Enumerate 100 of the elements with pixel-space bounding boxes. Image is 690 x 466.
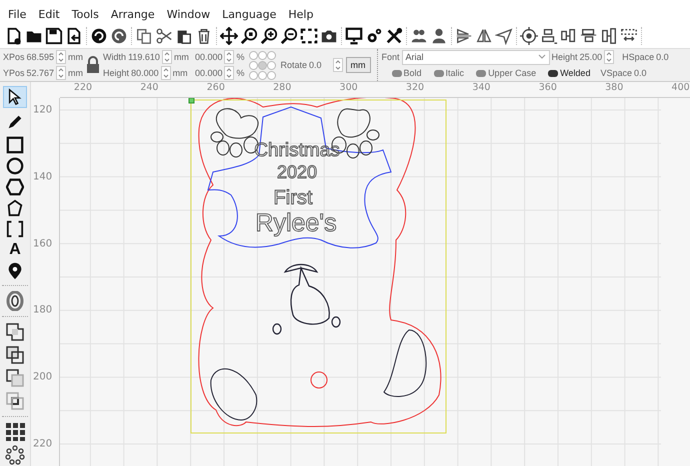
align-center-icon[interactable] <box>600 26 618 44</box>
toggle-switch[interactable] <box>548 70 558 76</box>
unit-label: mm <box>172 68 188 78</box>
align-top-icon[interactable] <box>540 26 558 44</box>
spin-button[interactable] <box>160 66 171 80</box>
rotate-field[interactable]: 0.0 <box>309 60 322 70</box>
toggle-label: Bold <box>404 68 422 78</box>
ruler-label: 200 <box>33 372 52 383</box>
width-field[interactable]: 119.610 <box>128 52 160 62</box>
toggle-switch[interactable] <box>476 70 486 76</box>
ypos-label: YPos <box>3 68 25 78</box>
percent-label: % <box>236 68 244 78</box>
height-label: Height <box>103 68 130 78</box>
vspace-field[interactable]: 0.0 <box>634 68 646 78</box>
mirror-vertical-icon[interactable] <box>475 26 493 44</box>
ruler-label: 220 <box>74 82 92 93</box>
font-dropdown[interactable]: Arial <box>402 50 550 64</box>
align-middle-icon[interactable] <box>560 26 578 44</box>
selection-handle[interactable] <box>188 98 194 104</box>
align-bottom-icon[interactable] <box>580 26 598 44</box>
move-arrows-icon[interactable] <box>220 26 238 44</box>
zoom-out-icon[interactable] <box>280 26 298 44</box>
menu-item[interactable]: Help <box>282 8 320 20</box>
zoom-in-icon[interactable] <box>260 26 278 44</box>
intersect-squares-icon[interactable] <box>5 368 25 388</box>
hspace-label: HSpace <box>622 52 654 62</box>
scissors-icon[interactable] <box>155 26 173 44</box>
copy-icon[interactable] <box>135 26 153 44</box>
paper-plane-icon[interactable] <box>495 26 513 44</box>
ruler-label: 120 <box>33 104 52 116</box>
ruler-label: 360 <box>538 82 557 93</box>
scale-width-field[interactable]: 00.000 <box>194 52 222 62</box>
new-file-icon[interactable] <box>5 26 23 44</box>
menu-item[interactable]: Window <box>160 8 216 20</box>
ruler-label: 180 <box>33 304 52 316</box>
spin-button[interactable] <box>224 50 234 64</box>
target-icon[interactable] <box>520 26 538 44</box>
polygon-icon[interactable] <box>6 199 24 217</box>
spin-button[interactable] <box>162 50 172 64</box>
file-arrow-icon[interactable] <box>65 26 83 44</box>
save-icon[interactable] <box>45 26 63 44</box>
hanging-hole-circle <box>310 372 328 388</box>
mirror-horizontal-icon[interactable] <box>455 26 473 44</box>
ypos-field[interactable]: 52.767 <box>26 68 54 78</box>
spin-button[interactable] <box>56 50 66 64</box>
ruler-label: 380 <box>605 82 624 93</box>
map-pin-icon[interactable] <box>6 262 24 280</box>
menu-item[interactable]: Language <box>216 8 282 20</box>
hexagon-icon[interactable] <box>6 178 24 196</box>
menu-item[interactable]: Arrange <box>104 8 161 20</box>
toggle-label: Italic <box>446 68 464 78</box>
units-button[interactable]: mm <box>346 57 371 73</box>
unit-label: mm <box>68 68 84 78</box>
offset-ring-icon[interactable] <box>5 291 25 311</box>
ruler-label: 400 <box>672 82 690 93</box>
menu-item[interactable]: Tools <box>66 8 105 20</box>
spin-button[interactable] <box>604 50 614 64</box>
xpos-field[interactable]: 68.595 <box>26 52 54 62</box>
text-tool[interactable]: A <box>9 241 21 259</box>
chevron-down-icon[interactable] <box>538 54 546 60</box>
lock-icon[interactable] <box>86 56 100 74</box>
spin-button[interactable] <box>56 66 66 80</box>
people-icon[interactable] <box>410 26 428 44</box>
spin-button[interactable] <box>332 58 343 72</box>
font-height-label: Height <box>552 52 578 62</box>
monitor-icon[interactable] <box>345 26 363 44</box>
grid-array-icon[interactable] <box>5 422 25 442</box>
unit-label: mm <box>174 52 189 62</box>
width-label: Width <box>103 52 126 62</box>
circular-array-icon[interactable] <box>5 445 25 465</box>
ruler-label: 240 <box>140 82 158 93</box>
overlap-squares-icon[interactable] <box>5 391 25 411</box>
font-label: Font <box>382 52 400 62</box>
xpos-label: XPos <box>3 52 25 62</box>
rectangle-icon[interactable] <box>6 136 24 154</box>
toggle-label: Upper Case <box>488 68 536 78</box>
percent-label: % <box>236 52 244 62</box>
zoom-page-icon[interactable] <box>240 26 258 44</box>
dashed-frame-icon[interactable] <box>300 26 318 44</box>
union-squares-icon[interactable] <box>5 322 25 342</box>
spin-button[interactable] <box>224 66 234 80</box>
height-field[interactable]: 80.000 <box>131 68 159 78</box>
engraved-text: Rylee's <box>255 209 337 237</box>
font-height-field[interactable]: 25.00 <box>580 52 602 62</box>
circle-icon[interactable] <box>6 157 24 175</box>
scale-height-field[interactable]: 00.000 <box>194 68 222 78</box>
hspace-field[interactable]: 0.0 <box>656 52 669 62</box>
ruler-label: 280 <box>273 82 292 93</box>
menu-item[interactable]: File <box>2 8 32 20</box>
menu-item[interactable]: Edit <box>32 8 66 20</box>
redo-icon[interactable] <box>110 26 128 44</box>
toggle-switch[interactable] <box>434 70 444 76</box>
undo-icon[interactable] <box>90 26 108 44</box>
toggle-switch[interactable] <box>392 70 402 76</box>
ruler-label: 320 <box>406 82 424 93</box>
person-icon[interactable] <box>430 26 448 44</box>
subtract-squares-icon[interactable] <box>5 345 25 365</box>
engraved-text: 2020 <box>276 162 318 182</box>
bracket-frame-icon[interactable] <box>6 220 24 238</box>
unit-label: mm <box>68 52 84 62</box>
